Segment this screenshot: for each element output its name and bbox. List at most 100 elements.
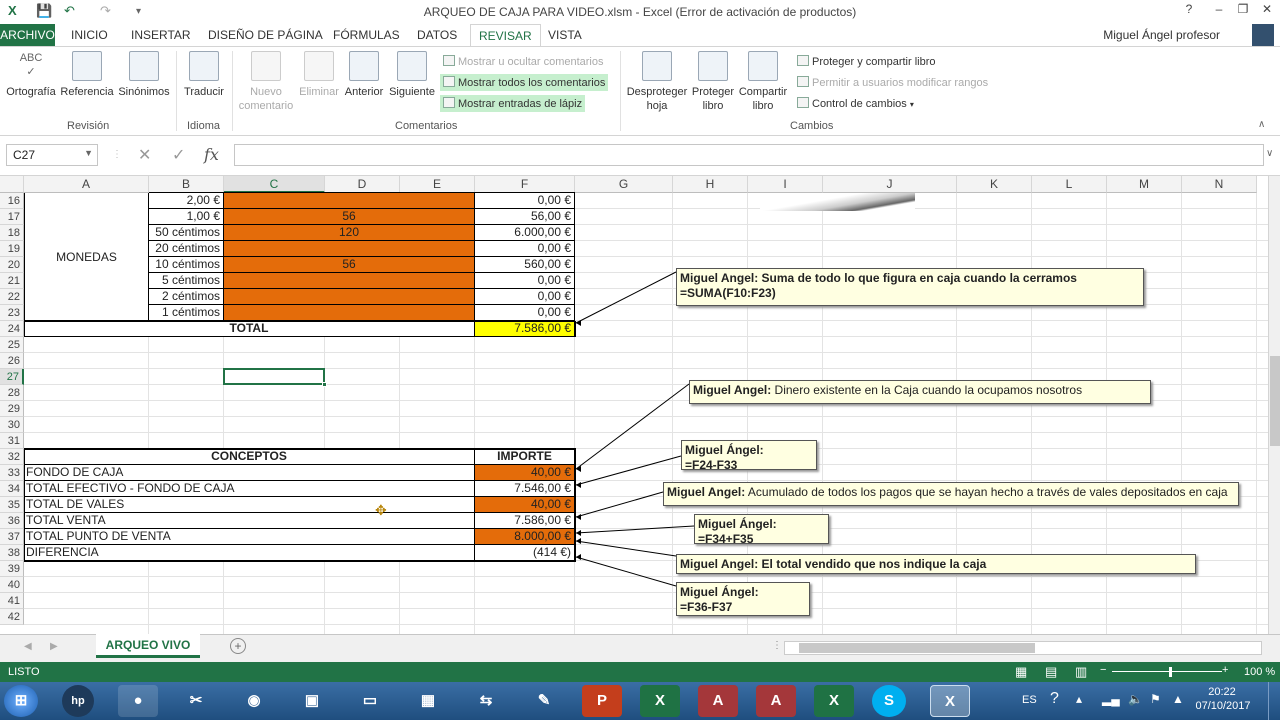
powerpoint-icon[interactable]: P (582, 685, 622, 717)
avatar[interactable] (1252, 24, 1274, 46)
expand-formula-bar-icon[interactable]: ∨ (1266, 148, 1273, 159)
track-changes-icon (797, 97, 809, 108)
delete-comment-button[interactable]: Eliminar (298, 51, 340, 99)
protect-workbook-button[interactable]: Proteger libro (690, 51, 736, 113)
tab-inicio[interactable]: INICIO (71, 28, 108, 42)
vertical-scroll-thumb[interactable] (1270, 356, 1280, 446)
hp-icon[interactable]: hp (62, 685, 94, 717)
remote-desktop-icon[interactable]: ▣ (292, 685, 332, 717)
sheet-tabs-bar: ◀ ▶ ARQUEO VIVO + ⋮ (0, 634, 1280, 662)
start-button-icon[interactable]: ⊞ (4, 685, 38, 717)
help-button[interactable]: ? (1176, 2, 1202, 20)
clock-date[interactable]: 07/10/2017 (1194, 700, 1252, 712)
thesaurus-button[interactable]: Sinónimos (116, 51, 172, 99)
calculator-icon[interactable]: ▦ (408, 685, 448, 717)
zoom-slider[interactable] (1112, 671, 1222, 672)
excel-icon[interactable]: X (640, 685, 680, 717)
confirm-entry-icon[interactable]: ✓ (172, 145, 185, 165)
tab-datos[interactable]: DATOS (417, 28, 457, 42)
snipping-tool-icon[interactable]: ✂ (176, 685, 216, 717)
zoom-in-icon[interactable]: + (1222, 664, 1228, 676)
language-indicator[interactable]: ES (1022, 694, 1037, 706)
status-bar: LISTO ▦ ▤ ▥ − + 100 % (0, 662, 1280, 682)
unprotect-sheet-button[interactable]: Desproteger hoja (624, 51, 690, 113)
protect-share-button[interactable]: Proteger y compartir libro (794, 53, 939, 70)
teamviewer-icon[interactable]: ⇆ (466, 685, 506, 717)
paint-icon[interactable]: ✎ (524, 685, 564, 717)
share-workbook-icon (748, 51, 778, 81)
tab-diseno-pagina[interactable]: DISEÑO DE PÁGINA (208, 28, 323, 42)
excel-active-window-icon[interactable]: X (930, 685, 970, 717)
show-ink-button[interactable]: Mostrar entradas de lápiz (440, 95, 586, 112)
show-all-comments-button[interactable]: Mostrar todos los comentarios (440, 74, 609, 91)
tab-formulas[interactable]: FÓRMULAS (333, 28, 400, 42)
insert-function-icon[interactable]: fx (204, 145, 219, 164)
protect-share-icon (797, 55, 809, 66)
access-alt-icon[interactable]: A (756, 685, 796, 717)
close-button[interactable]: ✕ (1254, 2, 1280, 20)
allow-edit-ranges-button[interactable]: Permitir a usuarios modificar rangos (794, 74, 991, 91)
cancel-entry-icon[interactable]: ✕ (138, 145, 151, 165)
page-layout-icon[interactable]: ▤ (1045, 664, 1057, 680)
comment-connectors (575, 271, 695, 587)
zoom-level[interactable]: 100 % (1244, 666, 1275, 678)
chevron-down-icon: ▼ (84, 148, 93, 158)
minimize-button[interactable]: – (1206, 2, 1232, 20)
status-ready: LISTO (8, 666, 40, 678)
research-icon (72, 51, 102, 81)
page-break-icon[interactable]: ▥ (1075, 664, 1087, 680)
spelling-button[interactable]: ABC ✓ Ortografía (4, 51, 58, 99)
next-sheet-icon[interactable]: ▶ (50, 641, 58, 652)
horizontal-scroll-thumb[interactable] (799, 643, 1035, 653)
file-explorer-icon[interactable]: ▭ (350, 685, 390, 717)
tab-revisar[interactable]: REVISAR (470, 24, 541, 48)
add-sheet-icon[interactable]: + (230, 638, 246, 654)
zoom-slider-thumb[interactable] (1169, 667, 1172, 677)
notification-icon[interactable]: ⚑ (1150, 692, 1161, 706)
show-hidden-icons-icon[interactable]: ▴ (1076, 692, 1082, 706)
translate-button[interactable]: Traducir (180, 51, 228, 99)
previous-comment-button[interactable]: Anterior (342, 51, 386, 99)
power-icon[interactable]: ▲ (1172, 692, 1184, 706)
tab-vista[interactable]: VISTA (548, 28, 582, 42)
worksheet-grid[interactable]: A B C D E F G H I J K L M N 16 17 18 19 20 21 22 23 24 25 26 27 28… (0, 176, 1268, 634)
access-icon[interactable]: A (698, 685, 738, 717)
chevron-down-icon: ▾ (909, 100, 914, 109)
tab-archivo[interactable]: ARCHIVO (0, 24, 55, 46)
sheet-tab-arqueo-vivo[interactable]: ARQUEO VIVO (96, 634, 200, 658)
vertical-scrollbar[interactable] (1268, 176, 1280, 634)
group-label-comentarios: Comentarios (395, 120, 458, 132)
skype-icon[interactable]: S (872, 685, 906, 717)
name-box-value: C27 (13, 148, 36, 162)
new-comment-icon (251, 51, 281, 81)
collapse-ribbon-icon[interactable]: ∧ (1258, 119, 1265, 130)
restore-button[interactable]: ❐ (1230, 2, 1256, 20)
next-comment-button[interactable]: Siguiente (388, 51, 436, 99)
help-icon[interactable]: ? (1050, 690, 1059, 708)
track-changes-button[interactable]: Control de cambios ▾ (794, 95, 917, 112)
show-hide-comment-button[interactable]: Mostrar u ocultar comentarios (440, 53, 607, 70)
prev-sheet-icon[interactable]: ◀ (24, 641, 32, 652)
thesaurus-icon (129, 51, 159, 81)
network-icon[interactable]: ▂▄ (1102, 692, 1120, 706)
group-label-cambios: Cambios (790, 120, 834, 132)
tab-insertar[interactable]: INSERTAR (131, 28, 191, 42)
media-player-icon[interactable]: ◉ (234, 685, 274, 717)
windows-taskbar: ⊞ hp ● ✂ ◉ ▣ ▭ ▦ ⇆ ✎ P X A A X S X ES ? … (0, 682, 1280, 720)
horizontal-scrollbar[interactable] (784, 641, 1262, 655)
show-desktop-button[interactable] (1268, 682, 1280, 720)
comment-connector-arrowhead (576, 530, 581, 536)
comment-connector-arrowhead (576, 482, 581, 488)
user-name[interactable]: Miguel Ángel profesor (1103, 28, 1220, 42)
normal-view-icon[interactable]: ▦ (1015, 664, 1027, 680)
share-workbook-button[interactable]: Compartir libro (736, 51, 790, 113)
formula-input[interactable] (234, 144, 1264, 166)
research-button[interactable]: Referencia (60, 51, 114, 99)
clock-time[interactable]: 20:22 (1196, 686, 1248, 698)
excel-alt-icon[interactable]: X (814, 685, 854, 717)
volume-icon[interactable]: 🔈 (1128, 692, 1143, 706)
zoom-out-icon[interactable]: − (1100, 664, 1106, 676)
new-comment-button[interactable]: Nuevo comentario (236, 51, 296, 113)
name-box[interactable]: C27 ▼ (6, 144, 98, 166)
chrome-icon[interactable]: ● (118, 685, 158, 717)
